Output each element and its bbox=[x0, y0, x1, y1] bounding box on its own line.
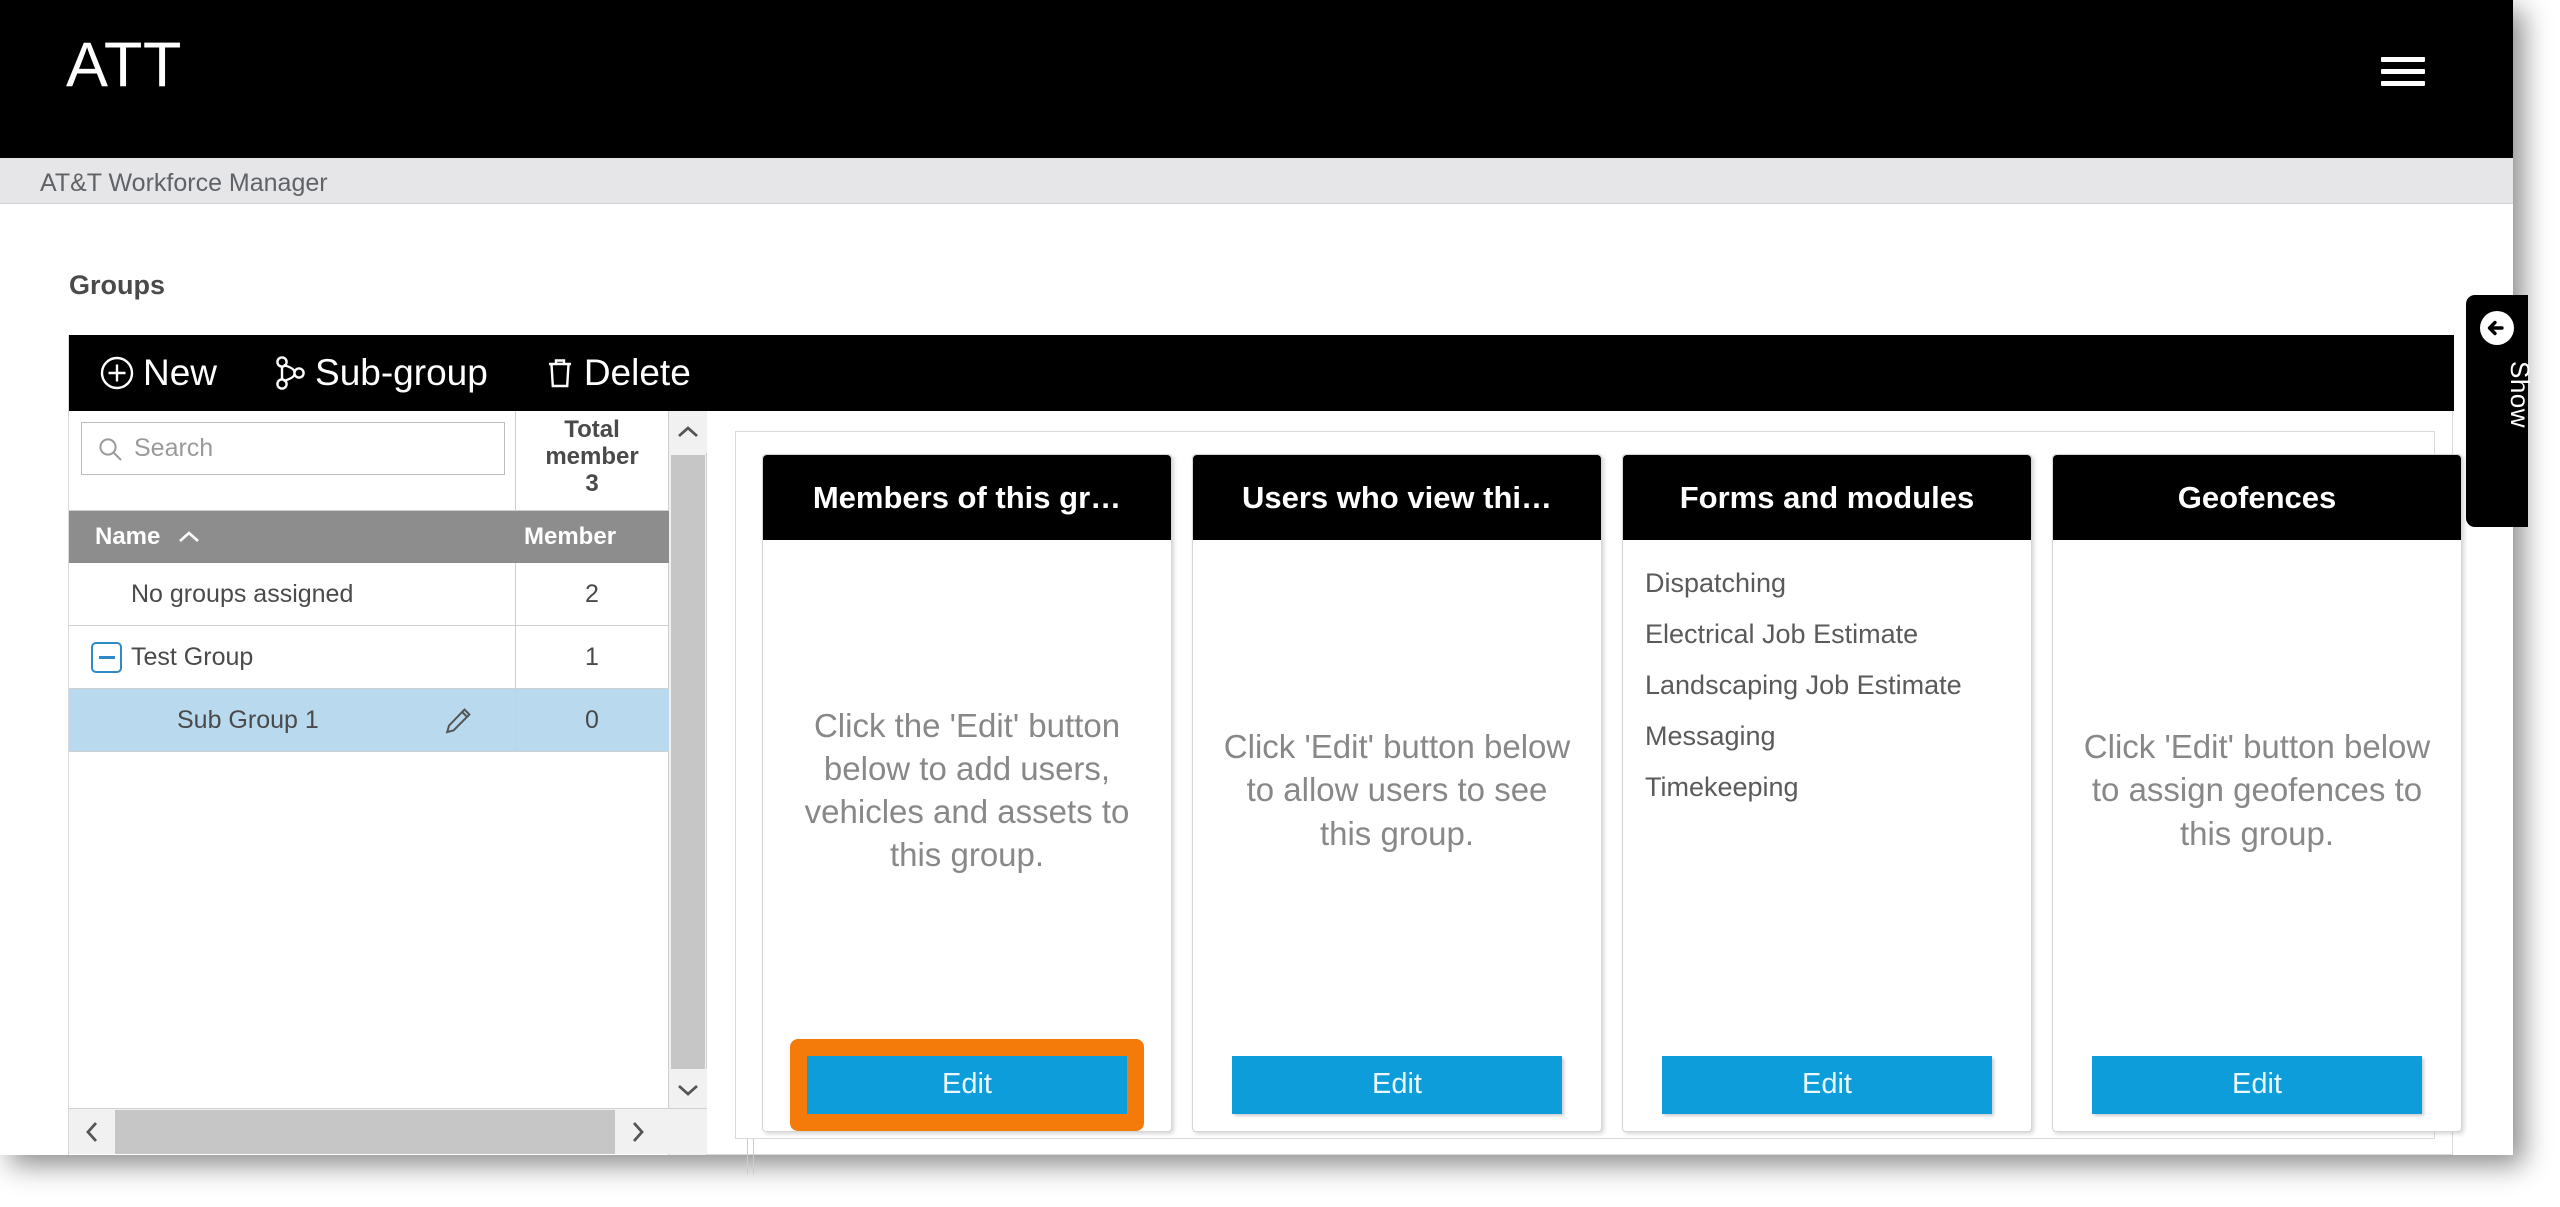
list-item[interactable]: Timekeeping bbox=[1645, 762, 2031, 813]
card-title: Geofences bbox=[2053, 455, 2461, 540]
column-header-member-label: Member bbox=[524, 523, 617, 550]
show-panel-tab[interactable]: Show bbox=[2466, 295, 2535, 527]
search-input[interactable] bbox=[134, 423, 494, 474]
card-forms-and-modules: Forms and modules Dispatching Electrical… bbox=[1622, 454, 2032, 1132]
grid-vertical-scrollbar[interactable] bbox=[669, 411, 707, 1155]
row-name-label: Sub Group 1 bbox=[177, 705, 319, 734]
row-name-cell: Sub Group 1 bbox=[69, 688, 516, 752]
arrow-left-circle-icon bbox=[2478, 309, 2516, 347]
row-member-count: 0 bbox=[585, 705, 599, 734]
card-geofences: Geofences Click 'Edit' button below to a… bbox=[2052, 454, 2462, 1132]
card-footer: Edit bbox=[1193, 1038, 1601, 1131]
card-users-who-view-this-group: Users who view thi… Click 'Edit' button … bbox=[1192, 454, 1602, 1132]
total-label-line1: Total bbox=[564, 416, 620, 443]
card-body: Click 'Edit' button below to allow users… bbox=[1193, 540, 1601, 1040]
column-header-name-label: Name bbox=[95, 523, 161, 550]
card-footer: Edit bbox=[763, 1038, 1171, 1131]
app-window: ATT AT&T Workforce Manager Groups New Su… bbox=[0, 0, 2513, 1175]
screen: ATT AT&T Workforce Manager Groups New Su… bbox=[0, 0, 2560, 1207]
brand-logo: ATT bbox=[66, 30, 182, 100]
list-item[interactable]: Landscaping Job Estimate bbox=[1645, 660, 2031, 711]
list-item[interactable]: Messaging bbox=[1645, 711, 2031, 762]
scroll-down-arrow-icon[interactable] bbox=[669, 1069, 707, 1111]
card-footer: Edit bbox=[1623, 1038, 2031, 1131]
grid-vertical-scroll-thumb[interactable] bbox=[671, 455, 705, 1069]
grid-horizontal-scrollbar[interactable] bbox=[69, 1108, 707, 1154]
scroll-right-arrow-icon[interactable] bbox=[615, 1109, 661, 1154]
table-row[interactable]: No groups assigned 2 bbox=[69, 562, 669, 626]
new-button[interactable]: New bbox=[99, 352, 217, 394]
card-hint-text: Click 'Edit' button below to assign geof… bbox=[2083, 728, 2431, 852]
groups-toolbar: New Sub-group Delete bbox=[69, 335, 2454, 411]
plus-circle-icon bbox=[99, 355, 135, 391]
edit-button[interactable]: Edit bbox=[1232, 1055, 1562, 1114]
total-label-line2: member bbox=[545, 442, 639, 470]
delete-button-label: Delete bbox=[583, 352, 691, 393]
page-title: Groups bbox=[69, 270, 166, 300]
total-member-value: 3 bbox=[585, 469, 599, 497]
table-row[interactable]: Sub Group 1 0 bbox=[69, 688, 669, 752]
app-header: ATT bbox=[0, 0, 2513, 158]
grid-horizontal-scroll-thumb[interactable] bbox=[115, 1110, 615, 1154]
row-name-label: No groups assigned bbox=[131, 579, 354, 608]
grid-search-cell bbox=[69, 411, 516, 511]
card-members-of-this-group: Members of this gr… Click the 'Edit' but… bbox=[762, 454, 1172, 1132]
card-footer: Edit bbox=[2053, 1038, 2461, 1131]
column-header-name[interactable]: Name bbox=[69, 523, 516, 551]
show-panel-tab-label: Show bbox=[2505, 361, 2535, 429]
groups-grid: Total member 3 Name bbox=[69, 411, 669, 1155]
list-item[interactable]: Electrical Job Estimate bbox=[1645, 609, 2031, 660]
card-body: Click the 'Edit' button below to add use… bbox=[763, 540, 1171, 1040]
edit-button[interactable]: Edit bbox=[2092, 1055, 2422, 1114]
hamburger-icon[interactable] bbox=[2381, 57, 2425, 91]
forms-and-modules-list: Dispatching Electrical Job Estimate Land… bbox=[1623, 540, 2031, 813]
total-member-cell: Total member 3 bbox=[516, 411, 668, 511]
row-name-cell: No groups assigned bbox=[69, 562, 516, 626]
hamburger-bar-1 bbox=[2381, 57, 2425, 62]
caret-up-icon bbox=[178, 530, 200, 544]
column-header-member[interactable]: Member bbox=[516, 523, 668, 551]
search-box[interactable] bbox=[81, 422, 505, 475]
search-icon bbox=[97, 436, 123, 462]
new-button-label: New bbox=[143, 352, 218, 393]
app-name-label: AT&T Workforce Manager bbox=[40, 169, 328, 197]
edit-button[interactable]: Edit bbox=[807, 1055, 1127, 1114]
row-member-count: 2 bbox=[585, 579, 599, 608]
sub-header-bar: AT&T Workforce Manager bbox=[0, 158, 2513, 204]
sub-group-button[interactable]: Sub-group bbox=[273, 352, 488, 394]
card-title: Users who view thi… bbox=[1193, 455, 1601, 540]
scroll-up-arrow-icon[interactable] bbox=[669, 411, 707, 453]
card-title: Members of this gr… bbox=[763, 455, 1171, 540]
row-name-label: Test Group bbox=[131, 642, 254, 671]
detail-cards-container: Members of this gr… Click the 'Edit' but… bbox=[735, 431, 2462, 1139]
hamburger-bar-3 bbox=[2381, 81, 2425, 86]
delete-button[interactable]: Delete bbox=[544, 352, 691, 394]
table-row[interactable]: Test Group 1 bbox=[69, 625, 669, 689]
edit-button[interactable]: Edit bbox=[1662, 1055, 1992, 1114]
row-name-cell: Test Group bbox=[69, 625, 516, 689]
grid-search-row: Total member 3 bbox=[69, 411, 669, 511]
card-title: Forms and modules bbox=[1623, 455, 2031, 540]
card-hint-text: Click the 'Edit' button below to add use… bbox=[804, 706, 1130, 874]
branch-icon bbox=[273, 355, 307, 391]
trash-icon bbox=[544, 355, 576, 391]
groups-panel: New Sub-group Delete Search Total member… bbox=[68, 335, 2462, 1175]
highlight-outline: Edit bbox=[790, 1038, 1144, 1131]
hamburger-bar-2 bbox=[2381, 69, 2425, 74]
content-area: Groups New Sub-group Delete Search Total… bbox=[0, 205, 2513, 1175]
scroll-left-arrow-icon[interactable] bbox=[69, 1109, 115, 1154]
card-body: Click 'Edit' button below to assign geof… bbox=[2053, 540, 2461, 1040]
edit-pencil-icon[interactable] bbox=[443, 706, 473, 736]
card-body: Dispatching Electrical Job Estimate Land… bbox=[1623, 540, 2031, 1040]
row-member-count: 1 bbox=[585, 642, 599, 671]
collapse-toggle-icon[interactable] bbox=[91, 641, 122, 673]
list-item[interactable]: Dispatching bbox=[1645, 558, 2031, 609]
sub-group-button-label: Sub-group bbox=[315, 352, 488, 393]
grid-header-row: Name Member bbox=[69, 511, 669, 563]
card-hint-text: Click 'Edit' button below to allow users… bbox=[1223, 728, 1571, 852]
